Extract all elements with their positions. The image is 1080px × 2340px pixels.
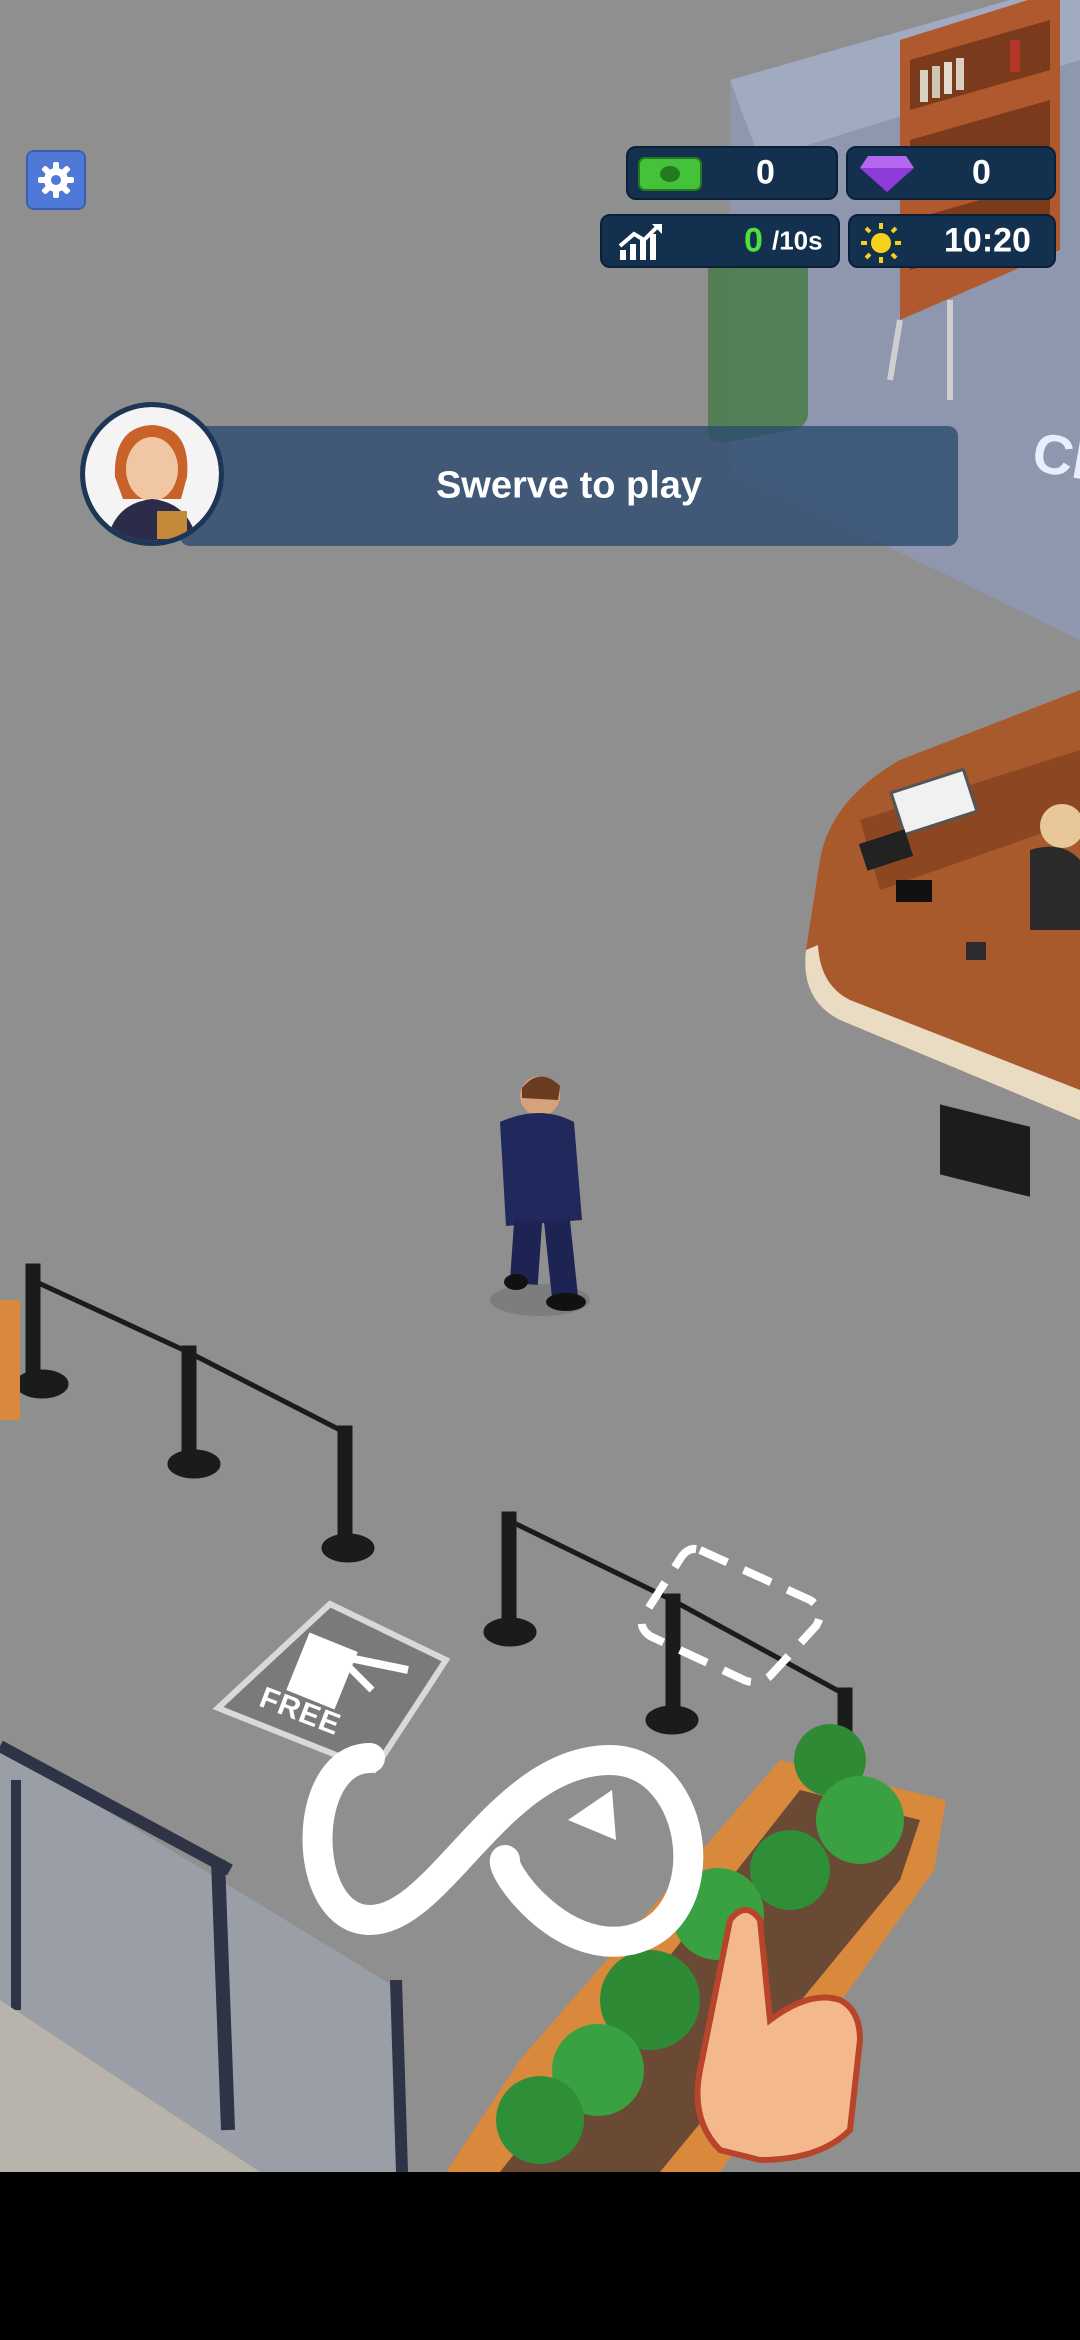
cash-counter: 0 [626, 146, 838, 200]
income-value: 0 [744, 221, 763, 260]
advisor-avatar [80, 402, 224, 546]
reception-desk [805, 690, 1080, 1197]
tutorial-message: Swerve to play [435, 464, 703, 507]
tutorial-banner: Swerve to play [180, 426, 958, 546]
gear-icon [38, 162, 74, 198]
game-scene[interactable]: CE 0 0 0 /10s 10:20 Swerve to play FREE [0, 0, 1080, 2172]
wall-panel [0, 1300, 20, 1420]
glass-partition [0, 1740, 408, 2172]
gem-icon [860, 156, 914, 192]
game-clock: 10:20 [848, 214, 1056, 268]
gem-counter: 0 [846, 146, 1056, 200]
queue-barriers [15, 1263, 853, 1759]
chart-up-icon [618, 224, 662, 260]
cash-icon [638, 157, 702, 191]
green-trash-bin [708, 239, 808, 443]
game-world[interactable]: CE [0, 0, 1080, 2172]
infinity-swipe-path [302, 1743, 704, 1957]
income-period: /10s [772, 225, 823, 256]
income-rate: 0 /10s [600, 214, 840, 268]
businessman-player [490, 1076, 590, 1316]
settings-button[interactable] [26, 150, 86, 210]
cash-value: 0 [756, 153, 775, 192]
gem-value: 0 [972, 153, 991, 192]
free-purchase-tile [212, 1600, 451, 1774]
clock-value: 10:20 [944, 221, 1031, 260]
sun-icon [861, 223, 901, 263]
